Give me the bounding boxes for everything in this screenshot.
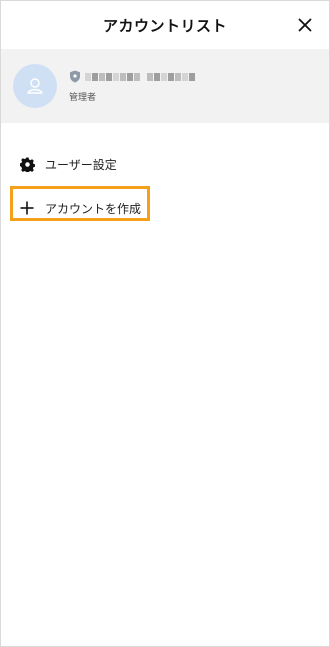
avatar bbox=[13, 64, 57, 108]
user-settings-label: ユーザー設定 bbox=[45, 157, 117, 172]
account-name-row bbox=[69, 70, 195, 84]
account-menu: ユーザー設定 アカウントを作成 bbox=[1, 147, 329, 225]
create-account-item[interactable]: アカウントを作成 bbox=[1, 191, 329, 225]
account-role: 管理者 bbox=[69, 92, 97, 103]
create-account-label: アカウントを作成 bbox=[45, 201, 142, 216]
user-avatar-icon bbox=[27, 78, 43, 94]
account-info: 管理者 bbox=[69, 70, 195, 103]
close-icon bbox=[298, 18, 312, 32]
close-button[interactable] bbox=[293, 13, 317, 37]
plus-icon bbox=[19, 200, 35, 216]
redacted-account-name bbox=[85, 72, 195, 81]
user-settings-item[interactable]: ユーザー設定 bbox=[1, 147, 329, 181]
current-account-card[interactable]: 管理者 bbox=[1, 49, 329, 123]
account-list-panel: アカウントリスト 管理者 ユーザー設定 アカウントを作成 bbox=[0, 0, 330, 647]
panel-header: アカウントリスト bbox=[1, 1, 329, 49]
panel-title: アカウントリスト bbox=[102, 16, 227, 35]
gear-icon bbox=[19, 156, 35, 172]
shield-icon bbox=[70, 70, 80, 83]
